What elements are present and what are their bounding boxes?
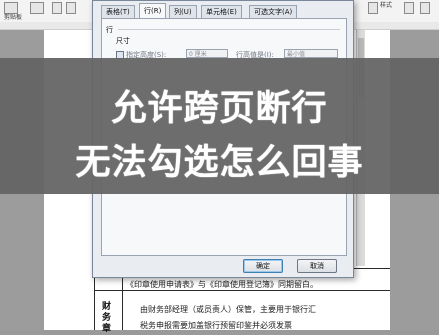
tab-row[interactable]: 行(R)	[139, 3, 167, 18]
paste-icon[interactable]	[4, 2, 18, 14]
row-group-label: 行	[106, 26, 113, 34]
highlight-icon[interactable]	[66, 2, 76, 14]
table-cell-text: 由财务部经理（或员责人）保管，主要用于银行汇	[140, 305, 316, 314]
font-color-icon[interactable]	[52, 2, 62, 14]
divider	[118, 29, 340, 30]
tab-alt-text[interactable]: 可选文字(A)	[249, 5, 298, 18]
row-height-select[interactable]: 最小值	[284, 49, 338, 58]
table-side-label: 财务章	[102, 302, 112, 334]
ok-button[interactable]: 确定	[243, 259, 283, 273]
style-icon[interactable]	[368, 2, 378, 14]
headline-line-1: 允许跨页断行	[111, 89, 328, 129]
tab-table[interactable]: 表格(T)	[101, 5, 135, 18]
replace-icon[interactable]	[420, 2, 430, 14]
format-painter-icon[interactable]	[30, 2, 44, 14]
size-label: 尺寸	[116, 37, 130, 45]
clipboard-group-label: 剪贴板	[4, 14, 23, 21]
find-icon[interactable]	[404, 2, 414, 14]
height-input[interactable]: 0 厘米	[186, 49, 228, 58]
cancel-button[interactable]: 取消	[297, 259, 337, 273]
styles-label: 样式	[380, 2, 393, 9]
headline-line-2: 无法勾选怎么回事	[75, 143, 364, 183]
table-cell-text: 税务申报需要加盖银行预留印鉴并必须发票	[140, 321, 292, 330]
tab-column[interactable]: 列(U)	[169, 5, 197, 18]
table-border	[94, 290, 390, 291]
tab-cell[interactable]: 单元格(E)	[201, 5, 242, 18]
title-banner: 允许跨页断行 无法勾选怎么回事	[0, 58, 439, 194]
table-cell-text: 《印章使用申请表》与《印章使用登记簿》同期留白。	[126, 280, 318, 289]
